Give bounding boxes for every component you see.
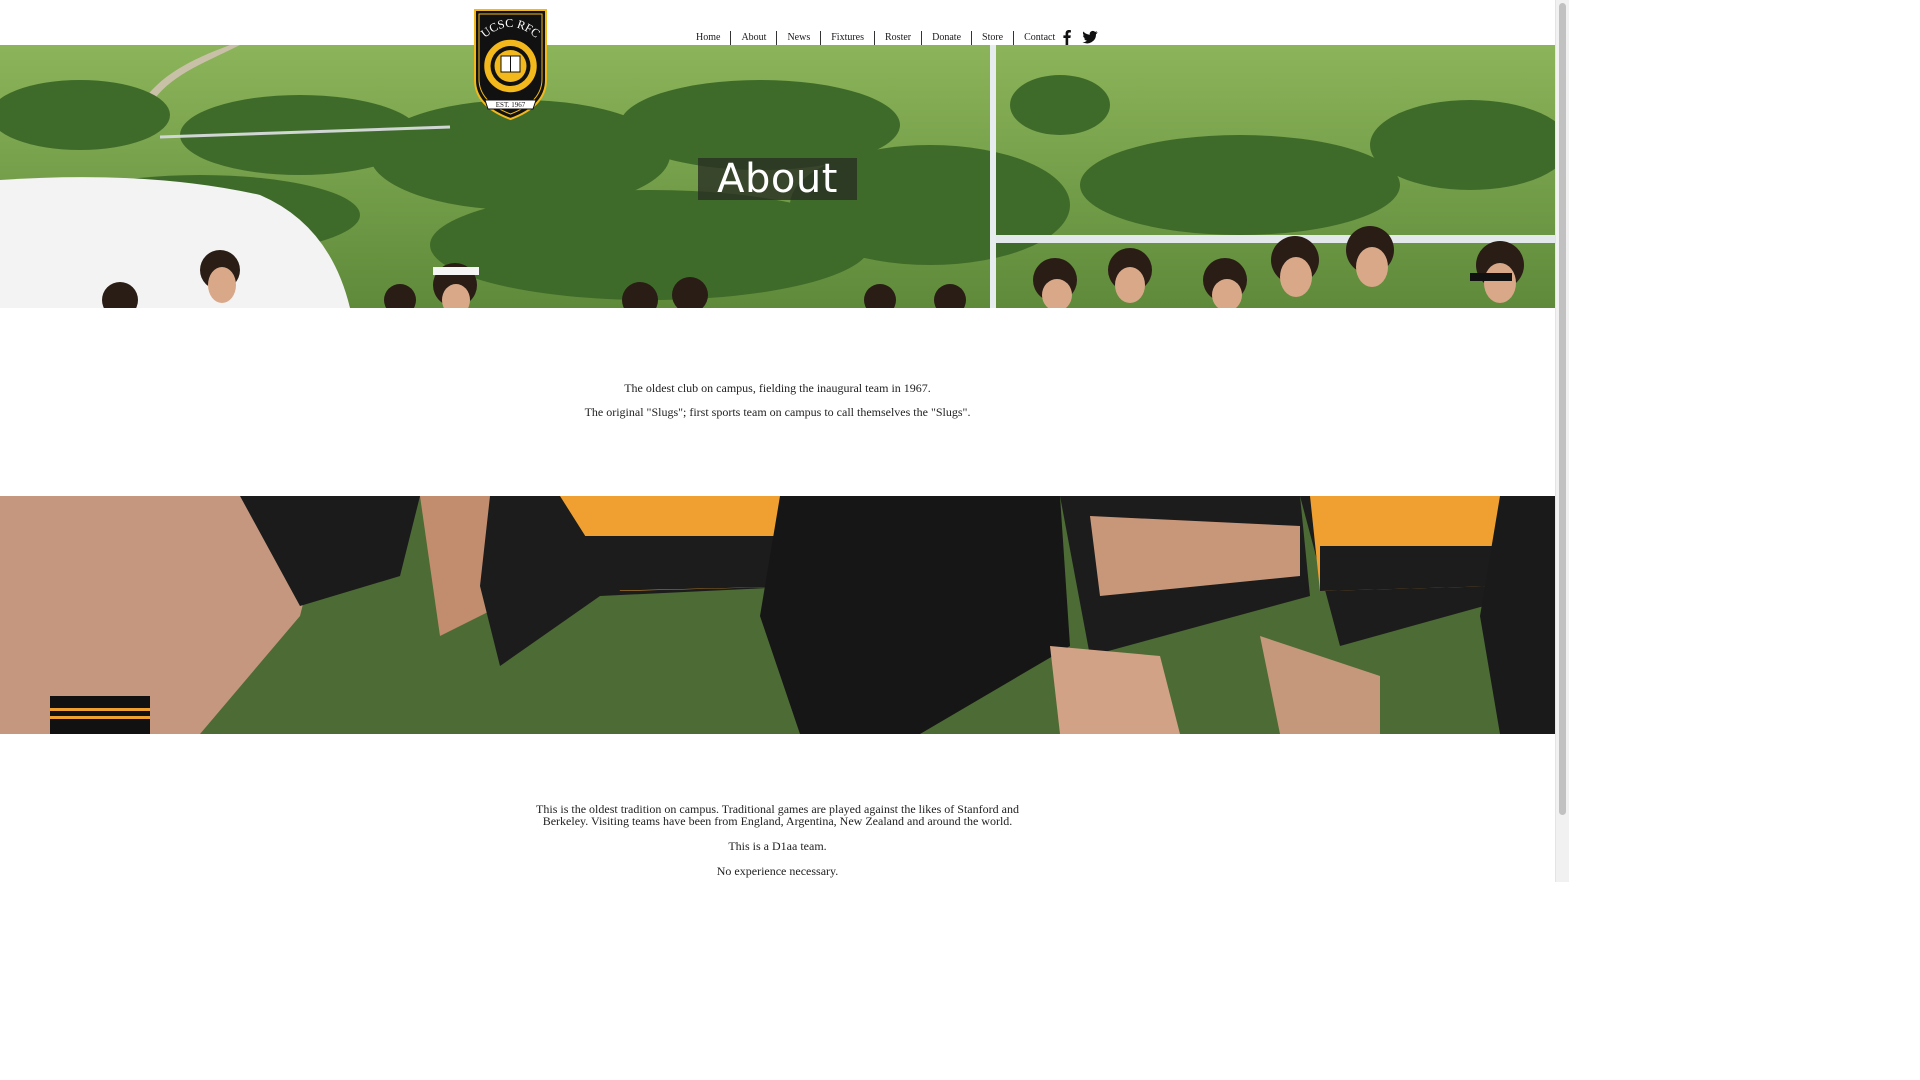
intro-section: The oldest club on campus, fielding the … [0,380,1555,428]
hero-banner: About [0,45,1555,308]
nav-item-roster[interactable]: Roster [874,31,921,45]
facebook-icon[interactable] [1059,29,1075,45]
main-nav: Home About News Fixtures Roster Donate Store Co… [686,31,1065,45]
social-links [1059,29,1098,45]
details-section: This is the oldest tradition on campus. … [520,803,1035,890]
nav-item-about[interactable]: About [730,31,776,45]
nav-item-store[interactable]: Store [971,31,1013,45]
tradition-paragraph: This is the oldest tradition on campus. … [536,802,1019,828]
twitter-icon[interactable] [1082,29,1098,45]
experience-paragraph: No experience necessary. [716,864,839,878]
page-scrollbar[interactable] [1555,0,1569,882]
nav-item-home[interactable]: Home [686,31,730,45]
scrum-photo [0,496,1555,734]
nav-item-fixtures[interactable]: Fixtures [820,31,874,45]
scrum-photo-strip [0,496,1555,734]
nav-item-contact[interactable]: Contact [1013,31,1065,45]
scrollbar-thumb[interactable] [1559,3,1566,815]
page-title: About [698,156,857,202]
svg-text:UCSC RFC: UCSC RFC [478,16,543,41]
intro-line-oldest-club: The oldest club on campus, fielding the … [624,381,931,395]
intro-line-original-slugs: The original "Slugs"; first sports team … [584,405,971,419]
club-crest-lettering: UCSC RFC EST. 1967 [478,16,543,109]
nav-item-news[interactable]: News [776,31,820,45]
svg-text:EST. 1967: EST. 1967 [496,101,526,109]
division-paragraph: This is a D1aa team. [728,839,827,853]
club-logo[interactable]: UCSC RFC EST. 1967 [473,8,548,121]
nav-item-donate[interactable]: Donate [921,31,971,45]
